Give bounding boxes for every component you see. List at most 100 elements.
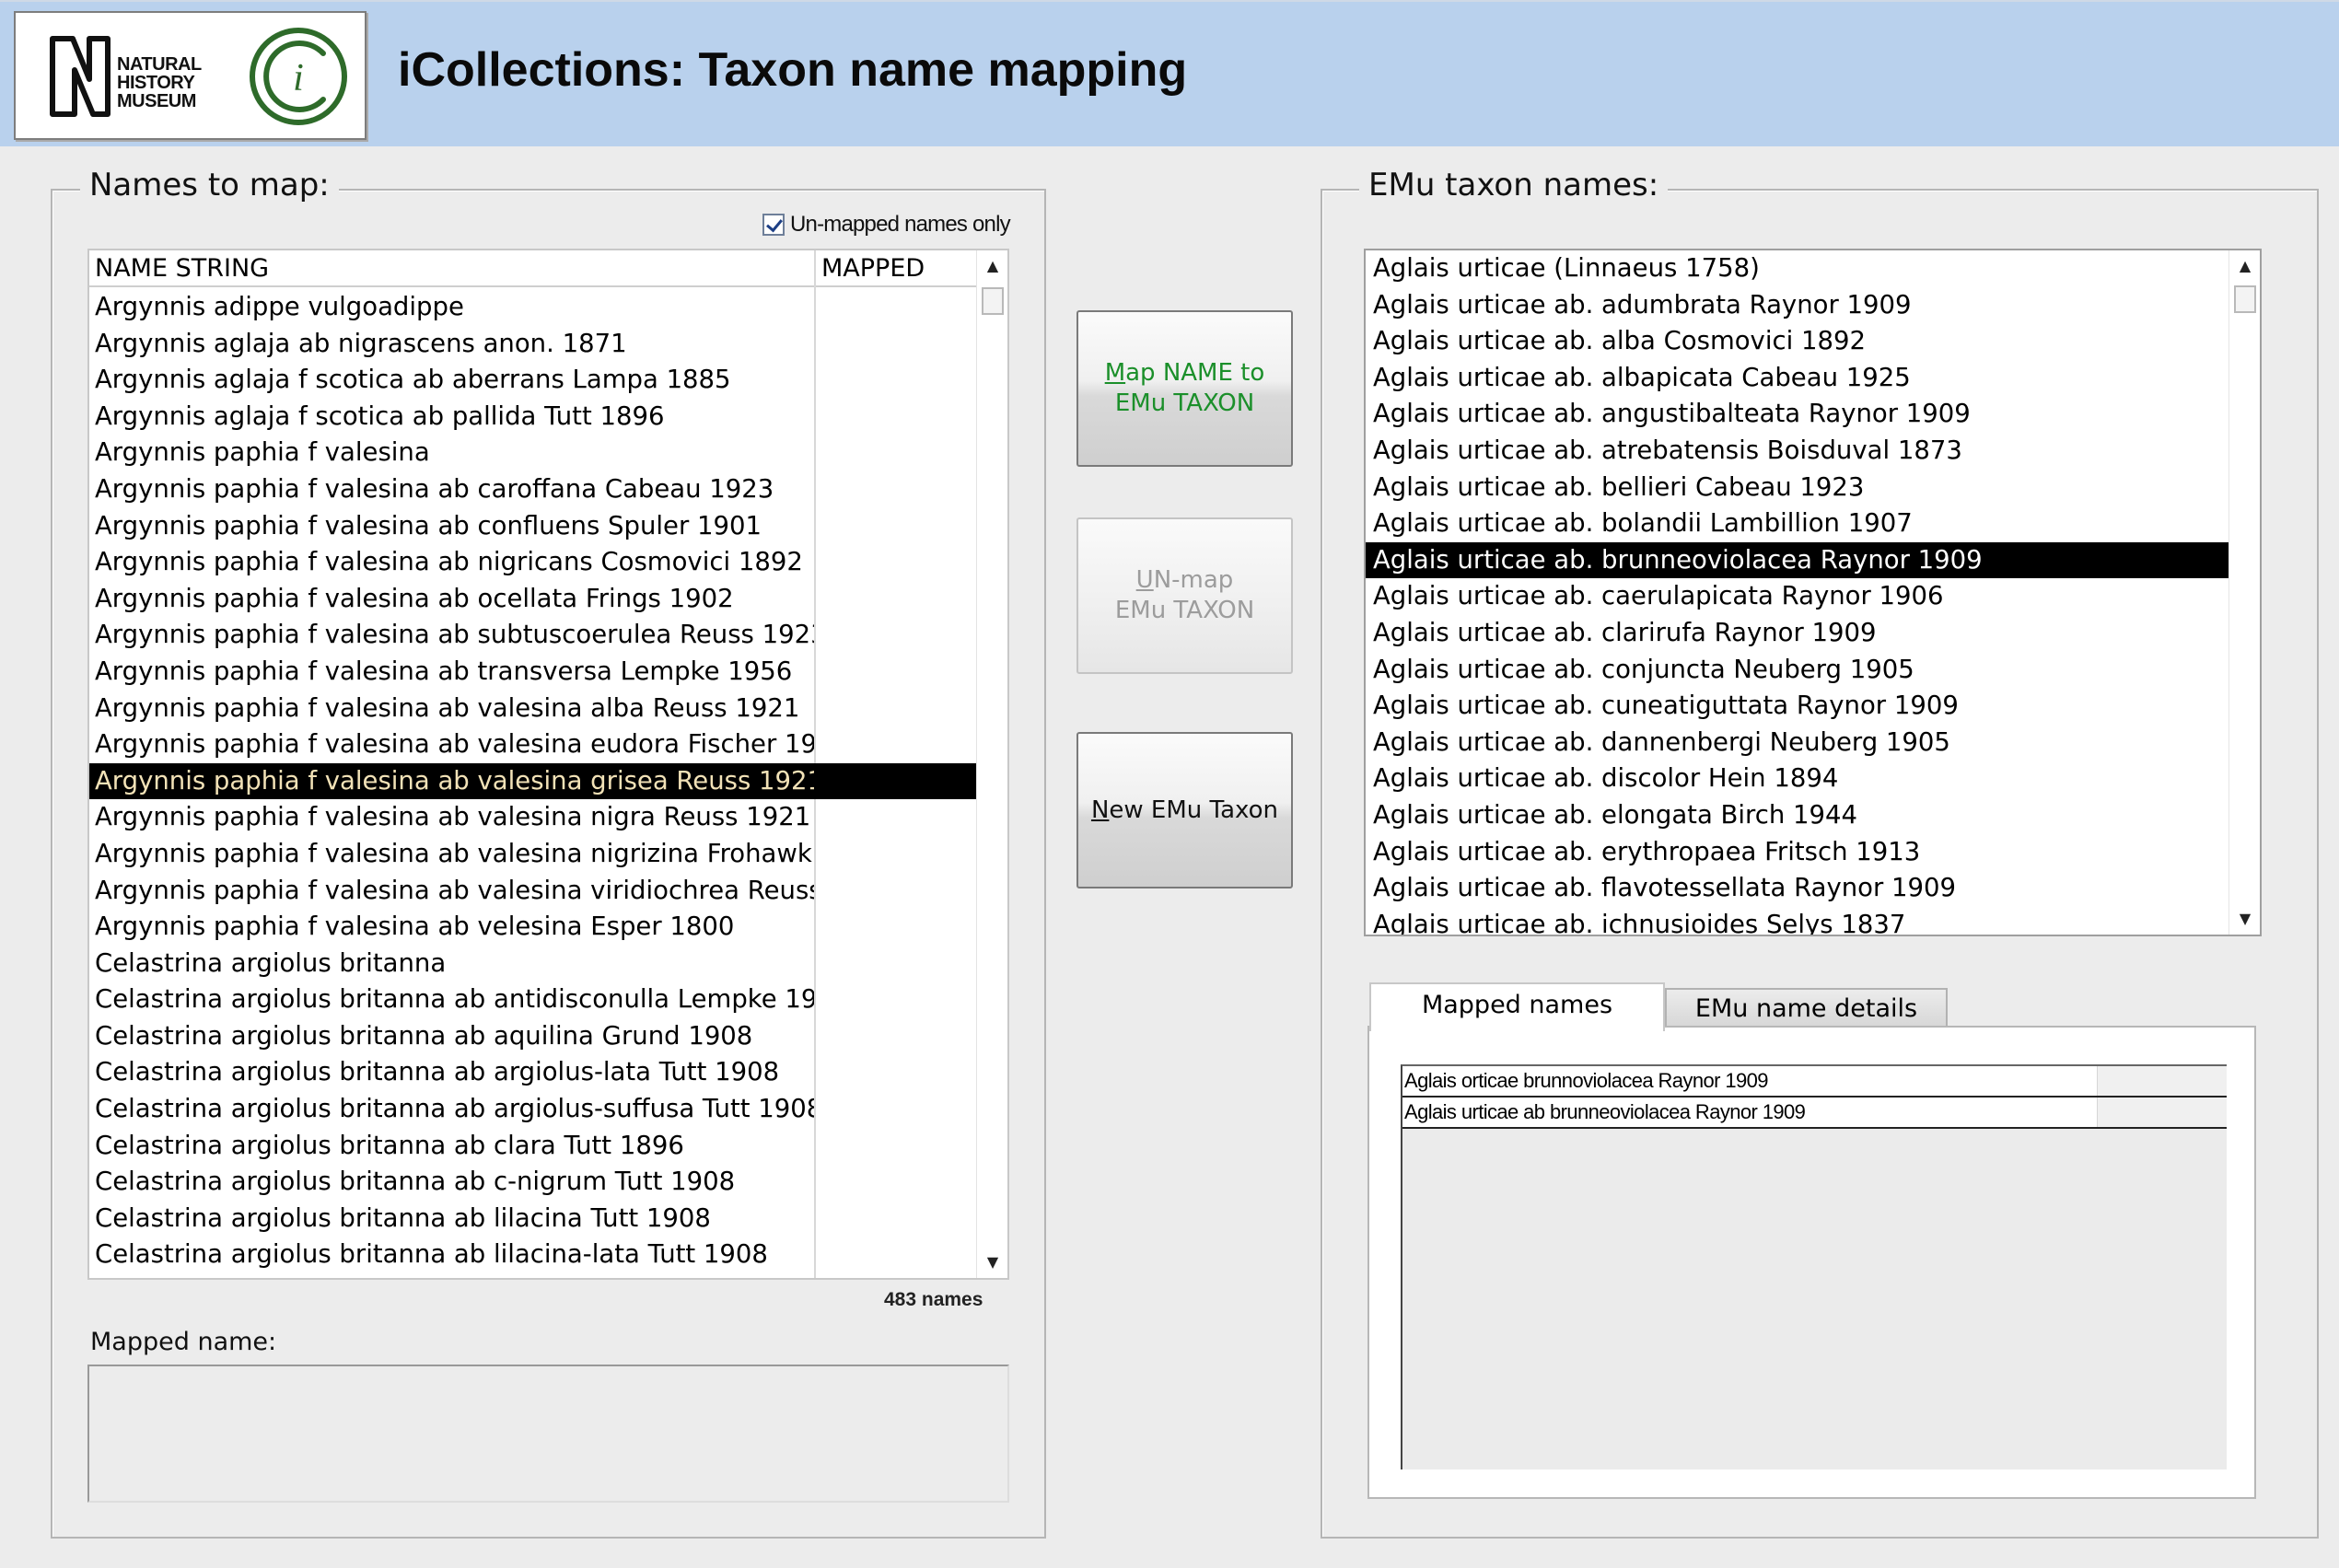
list-item[interactable]: Aglais urticae ab. albapicata Cabeau 192…	[1366, 360, 2232, 397]
list-item[interactable]: Aglais urticae ab. bellieri Cabeau 1923	[1366, 470, 2232, 506]
name-string-cell: Celastrina argiolus britanna ab argiolus…	[95, 1094, 814, 1124]
icollections-logo-icon: i	[250, 28, 347, 125]
table-row[interactable]: Argynnis aglaja f scotica ab pallida Tut…	[89, 399, 978, 436]
table-row[interactable]: Argynnis aglaja ab nigrascens anon. 1871	[89, 326, 978, 363]
table-row[interactable]: Celastrina argiolus britanna ab aquilina…	[89, 1018, 978, 1055]
name-string-cell: Celastrina argiolus britanna ab argiolus…	[95, 1057, 780, 1087]
unmap-button-accelerator: U	[1135, 566, 1154, 594]
nhm-logo-line: MUSEUM	[117, 91, 196, 111]
name-string-cell: Argynnis paphia f valesina ab transversa…	[95, 656, 793, 686]
name-string-cell: Celastrina argiolus britanna ab aquilina…	[95, 1020, 753, 1051]
app-title: iCollections: Taxon name mapping	[398, 43, 1188, 97]
scroll-thumb[interactable]	[2234, 285, 2256, 313]
scroll-down-arrow-icon[interactable]: ▼	[2229, 903, 2260, 935]
list-item[interactable]: Aglais urticae ab. conjuncta Neuberg 190…	[1366, 652, 2232, 689]
checkmark-icon[interactable]	[762, 214, 785, 236]
name-string-cell: Argynnis paphia f valesina ab subtuscoer…	[95, 620, 814, 650]
emu-taxon-list-rows: Aglais urticae (Linnaeus 1758) Aglais urt…	[1366, 250, 2232, 935]
tab-emu-name-details[interactable]: EMu name details	[1665, 988, 1948, 1028]
names-list-scrollbar[interactable]: ▲ ▼	[976, 250, 1007, 1278]
unmapped-only-label: Un-mapped names only	[790, 212, 1011, 237]
names-count: 483 names	[884, 1289, 983, 1310]
table-row[interactable]: Celastrina argiolus britanna ab clara Tu…	[89, 1128, 978, 1165]
list-item[interactable]: Aglais urticae ab. atrebatensis Boisduva…	[1366, 433, 2232, 470]
list-item[interactable]: Aglais urticae ab. ichnusioides Selys 18…	[1366, 907, 2232, 935]
names-list-header: NAME STRING MAPPED	[89, 250, 978, 287]
table-row[interactable]: Celastrina argiolus britanna ab antidisc…	[89, 981, 978, 1018]
tab-mapped-names[interactable]: Mapped names	[1369, 982, 1665, 1031]
mapped-name-field[interactable]	[87, 1365, 1009, 1503]
list-item[interactable]: Aglais urticae ab. dannenbergi Neuberg 1…	[1366, 725, 2232, 761]
names-list-rows: Argynnis adippe vulgoadippe Argynnis agla…	[89, 289, 978, 1278]
map-button-line2: EMu TAXON	[1114, 389, 1255, 417]
table-row[interactable]: Argynnis paphia f valesina ab valesina n…	[89, 799, 978, 836]
list-item[interactable]: Aglais urticae ab. adumbrata Raynor 1909	[1366, 287, 2232, 324]
name-string-cell: Argynnis paphia f valesina ab valesina v…	[95, 875, 814, 905]
list-item[interactable]: Aglais urticae ab. angustibalteata Rayno…	[1366, 396, 2232, 433]
table-row[interactable]: Argynnis paphia f valesina	[89, 435, 978, 471]
list-item[interactable]: Aglais urticae ab. flavotessellata Rayno…	[1366, 870, 2232, 907]
name-string-cell: Argynnis paphia f valesina ab ocellata F…	[95, 583, 734, 613]
table-row[interactable]: Argynnis paphia f valesina ab velesina E…	[89, 909, 978, 946]
scroll-thumb[interactable]	[982, 287, 1004, 315]
emu-taxon-list[interactable]: Aglais urticae (Linnaeus 1758) Aglais urt…	[1364, 249, 2262, 936]
table-row[interactable]: Celastrina argiolus britanna ab c-nigrum…	[89, 1164, 978, 1201]
table-row[interactable]: Celastrina argiolus britanna ab argiolus…	[89, 1091, 978, 1128]
nhm-logo-text: NATURAL HISTORY MUSEUM	[117, 55, 227, 110]
new-emu-taxon-button[interactable]: New EMu Taxon	[1076, 732, 1293, 889]
table-row[interactable]: Argynnis paphia f valesina ab valesina n…	[89, 836, 978, 873]
table-row[interactable]: Argynnis paphia f valesina ab confluens …	[89, 508, 978, 545]
table-row[interactable]: Argynnis paphia f valesina ab subtuscoer…	[89, 617, 978, 654]
list-item[interactable]: Aglais urticae ab. cuneatiguttata Raynor…	[1366, 688, 2232, 725]
name-string-cell: Argynnis paphia f valesina ab velesina E…	[95, 912, 735, 942]
column-header-name-string[interactable]: NAME STRING	[89, 250, 814, 287]
list-item[interactable]: Aglais urticae ab. elongata Birch 1944	[1366, 797, 2232, 834]
list-item[interactable]: Aglais urticae ab. bolandii Lambillion 1…	[1366, 505, 2232, 542]
name-string-cell: Argynnis adippe vulgoadippe	[95, 292, 464, 321]
column-header-mapped[interactable]: MAPPED	[814, 250, 978, 287]
name-string-cell: Argynnis paphia f valesina	[95, 437, 430, 468]
names-list[interactable]: NAME STRING MAPPED Argynnis adippe vulgo…	[87, 249, 1009, 1280]
emu-taxon-names-legend: EMu taxon names:	[1359, 167, 1669, 203]
table-row[interactable]: Celastrina argiolus britanna	[89, 946, 978, 982]
list-item[interactable]: Aglais urticae ab. clarirufa Raynor 1909	[1366, 615, 2232, 652]
unmapped-only-checkbox[interactable]: Un-mapped names only	[762, 212, 1011, 238]
list-item[interactable]: Aglais urticae ab. alba Cosmovici 1892	[1366, 323, 2232, 360]
name-string-cell: Argynnis aglaja f scotica ab pallida Tut…	[95, 401, 665, 431]
new-taxon-button-accelerator: N	[1090, 796, 1110, 824]
unmap-button-line1: N-map	[1153, 566, 1234, 594]
scroll-up-arrow-icon[interactable]: ▲	[977, 250, 1007, 282]
name-string-cell: Argynnis paphia f valesina ab valesina n…	[95, 802, 811, 832]
list-item[interactable]: Aglais urticae ab. brunneoviolacea Rayno…	[1366, 541, 2232, 579]
table-row[interactable]: Argynnis paphia f valesina ab nigricans …	[89, 544, 978, 581]
unmap-emu-taxon-button[interactable]: UN-map EMu TAXON	[1076, 517, 1293, 674]
table-row[interactable]: Argynnis aglaja f scotica ab aberrans La…	[89, 362, 978, 399]
name-string-cell: Celastrina argiolus britanna ab c-nigrum…	[95, 1167, 736, 1197]
scroll-down-arrow-icon[interactable]: ▼	[977, 1247, 1007, 1278]
table-row[interactable]: Argynnis paphia f valesina ab valesina g…	[89, 762, 976, 800]
table-row[interactable]: Argynnis paphia f valesina ab valesina v…	[89, 873, 978, 910]
list-item[interactable]: Aglais urticae ab. discolor Hein 1894	[1366, 761, 2232, 797]
map-button-line1: ap NAME to	[1125, 359, 1265, 387]
table-row[interactable]: Argynnis paphia f valesina ab caroffana …	[89, 471, 978, 508]
emu-list-scrollbar[interactable]: ▲ ▼	[2228, 250, 2260, 935]
table-row[interactable]: Celastrina argiolus britanna ab argiolus…	[89, 1054, 978, 1091]
table-row[interactable]: Celastrina argiolus britanna ab lilacina…	[89, 1201, 978, 1237]
mapped-name-row[interactable]: Aglais urticae ab brunneoviolacea Raynor…	[1402, 1098, 2227, 1129]
map-name-to-emu-taxon-button[interactable]: Map NAME to EMu TAXON	[1076, 310, 1293, 467]
list-item[interactable]: Aglais urticae ab. erythropaea Fritsch 1…	[1366, 834, 2232, 871]
mapped-names-panel: Aglais orticae brunnoviolacea Raynor 190…	[1367, 1026, 2256, 1499]
table-row[interactable]: Argynnis paphia f valesina ab valesina e…	[89, 726, 978, 763]
list-item[interactable]: Aglais urticae (Linnaeus 1758)	[1366, 250, 2232, 287]
table-row[interactable]: Argynnis adippe vulgoadippe	[89, 289, 978, 326]
scroll-up-arrow-icon[interactable]: ▲	[2229, 250, 2260, 282]
table-row[interactable]: Argynnis paphia f valesina ab valesina a…	[89, 691, 978, 727]
table-row[interactable]: Argynnis paphia f valesina ab transversa…	[89, 654, 978, 691]
mapped-names-grid[interactable]: Aglais orticae brunnoviolacea Raynor 190…	[1401, 1064, 2227, 1469]
table-row[interactable]: Celastrina argiolus britanna ab lilacina…	[89, 1237, 978, 1273]
unmap-button-line2: EMu TAXON	[1114, 597, 1255, 624]
mapped-name-row[interactable]: Aglais orticae brunnoviolacea Raynor 190…	[1402, 1066, 2227, 1098]
new-taxon-button-text: ew EMu Taxon	[1109, 796, 1279, 824]
table-row[interactable]: Argynnis paphia f valesina ab ocellata F…	[89, 581, 978, 618]
list-item[interactable]: Aglais urticae ab. caerulapicata Raynor …	[1366, 578, 2232, 615]
